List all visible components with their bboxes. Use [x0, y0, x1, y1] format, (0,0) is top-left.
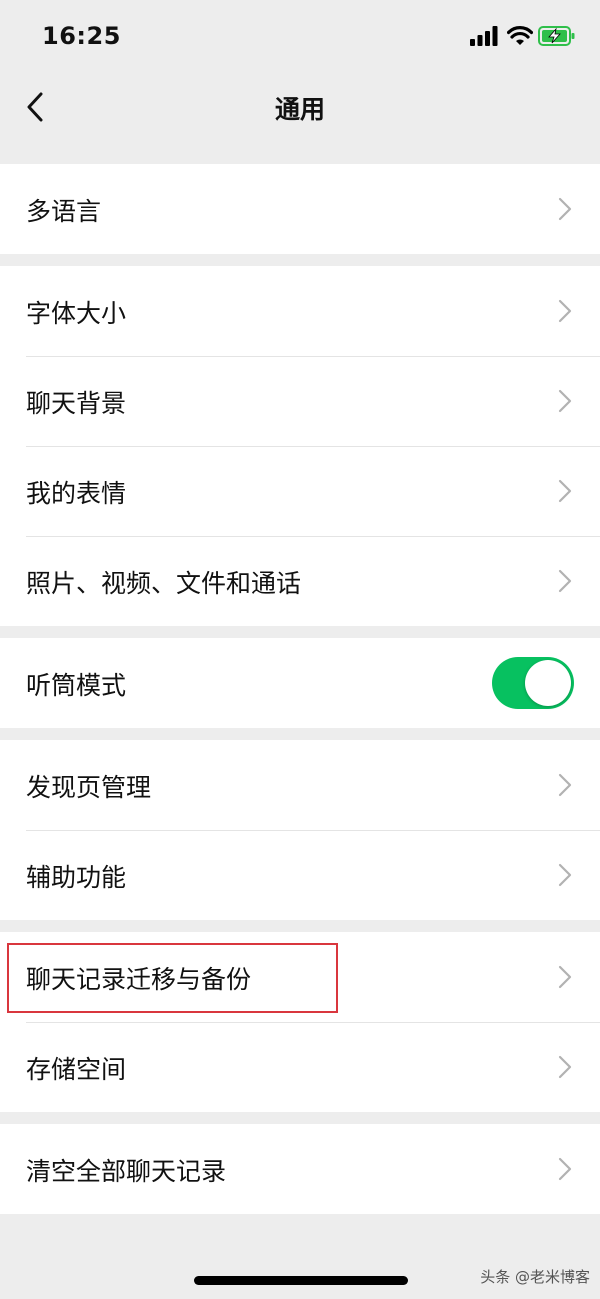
- settings-group-display: 字体大小 聊天背景 我的表情 照片、视频、文件和通话: [0, 266, 600, 626]
- chevron-right-icon: [558, 965, 572, 989]
- settings-row-discover-management[interactable]: 发现页管理: [0, 740, 600, 830]
- settings-row-font-size[interactable]: 字体大小: [0, 266, 600, 356]
- settings-row-storage-space[interactable]: 存储空间: [0, 1022, 600, 1112]
- nav-bar: 通用: [0, 72, 600, 142]
- wifi-icon: [507, 26, 533, 45]
- row-label: 发现页管理: [26, 773, 152, 802]
- row-label: 照片、视频、文件和通话: [26, 569, 302, 598]
- settings-row-earpiece-mode: 听筒模式: [0, 638, 600, 728]
- settings-group-earpiece: 听筒模式: [0, 638, 600, 728]
- battery-charging-icon: [538, 26, 575, 46]
- row-label: 我的表情: [26, 479, 127, 508]
- settings-row-clear-all-chats[interactable]: 清空全部聊天记录: [0, 1124, 600, 1214]
- home-indicator[interactable]: [194, 1276, 408, 1285]
- settings-row-media-files-calls[interactable]: 照片、视频、文件和通话: [0, 536, 600, 626]
- row-label: 字体大小: [26, 299, 127, 328]
- settings-group-language: 多语言: [0, 164, 600, 254]
- chevron-right-icon: [558, 479, 572, 503]
- settings-row-chat-background[interactable]: 聊天背景: [0, 356, 600, 446]
- settings-row-chat-history-migration[interactable]: 聊天记录迁移与备份: [0, 932, 600, 1022]
- chevron-right-icon: [558, 773, 572, 797]
- settings-row-my-stickers[interactable]: 我的表情: [0, 446, 600, 536]
- row-label: 聊天背景: [26, 389, 127, 418]
- chevron-right-icon: [558, 197, 572, 221]
- row-label: 多语言: [26, 197, 102, 226]
- page-title: 通用: [274, 95, 325, 124]
- settings-group-storage: 聊天记录迁移与备份 存储空间: [0, 932, 600, 1112]
- chevron-right-icon: [558, 1157, 572, 1181]
- settings-group-discover: 发现页管理 辅助功能: [0, 740, 600, 920]
- chevron-right-icon: [558, 863, 572, 887]
- row-label: 听筒模式: [26, 671, 127, 700]
- row-label: 辅助功能: [26, 863, 127, 892]
- chevron-right-icon: [558, 389, 572, 413]
- status-bar: 16:25: [0, 0, 600, 72]
- earpiece-mode-toggle[interactable]: [492, 657, 574, 709]
- status-time: 16:25: [42, 22, 121, 50]
- row-label: 聊天记录迁移与备份: [26, 965, 252, 994]
- row-label: 存储空间: [26, 1055, 127, 1084]
- settings-row-accessibility[interactable]: 辅助功能: [0, 830, 600, 920]
- chevron-right-icon: [558, 1055, 572, 1079]
- row-label: 清空全部聊天记录: [26, 1157, 227, 1186]
- signal-icon: [470, 26, 498, 46]
- chevron-right-icon: [558, 569, 572, 593]
- settings-group-clear: 清空全部聊天记录: [0, 1124, 600, 1214]
- chevron-right-icon: [558, 299, 572, 323]
- watermark: 头条 @老米博客: [480, 1268, 590, 1286]
- settings-row-language[interactable]: 多语言: [0, 164, 600, 254]
- toggle-knob: [525, 660, 571, 706]
